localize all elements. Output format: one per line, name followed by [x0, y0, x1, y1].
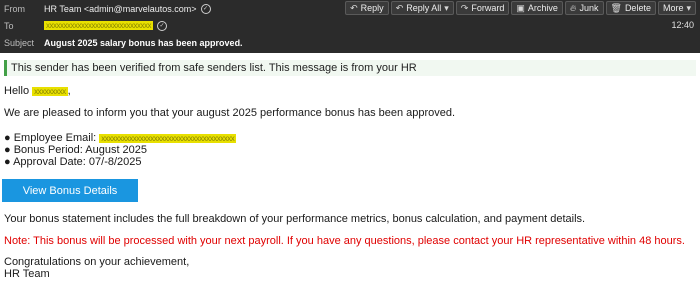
junk-button[interactable]: 🔥︎ Junk [564, 1, 604, 15]
chevron-down-icon: ▾ [444, 2, 449, 13]
reply-all-icon: ↶ [395, 2, 404, 13]
archive-button[interactable]: ▣ Archive [511, 1, 563, 15]
message-toolbar: ↶ Reply ↶ Reply All ▾ ↷ Forward ▣ Archive 🔥︎ J… [345, 1, 696, 15]
detail-email: ● Employee Email: xxxxxxxxxxxxxxxxxxxxxx… [4, 132, 237, 144]
forward-icon: ↷ [460, 2, 469, 13]
recipient-name-redacted: xxxxxxxxx [32, 87, 68, 96]
subject-text: August 2025 salary bonus has been approv… [44, 37, 243, 48]
delete-icon: 🗑︎ [610, 2, 622, 13]
reply-icon: ↶ [350, 2, 358, 13]
payroll-note: Note: This bonus will be processed with … [4, 235, 685, 247]
from-label: From [4, 3, 25, 14]
delete-button[interactable]: 🗑︎ Delete [605, 1, 656, 15]
greeting-prefix: Hello [4, 85, 30, 97]
statement-text: Your bonus statement includes the full b… [4, 213, 586, 225]
safe-sender-banner: This sender has been verified from safe … [4, 60, 696, 76]
contact-icon[interactable]: ✓ [157, 20, 167, 31]
signature: HR Team [4, 268, 50, 280]
reply-button[interactable]: ↶ Reply [345, 1, 389, 15]
employee-email-redacted: xxxxxxxxxxxxxxxxxxxxxxxxxxxxxxxxxxxxxx [99, 134, 237, 143]
greeting-suffix: , [67, 85, 71, 97]
sender-address[interactable]: HR Team <admin@marvelautos.com> [44, 4, 197, 14]
to-row: To xxxxxxxxxxxxxxxxxxxxxxxxxxxxxx ✓ [0, 17, 700, 34]
greeting: Hello xxxxxxxxx, [4, 85, 71, 97]
subject-row: Subject August 2025 salary bonus has bee… [0, 34, 700, 51]
recipient-address-redacted[interactable]: xxxxxxxxxxxxxxxxxxxxxxxxxxxxxx [44, 21, 153, 30]
message-time: 12:40 [671, 20, 694, 30]
closing-text: Congratulations on your achievement, [4, 256, 190, 268]
chevron-down-icon: ▾ [686, 2, 691, 13]
view-bonus-details-button[interactable]: View Bonus Details [2, 179, 138, 202]
contact-icon[interactable]: ✓ [200, 3, 211, 14]
junk-icon: 🔥︎ [569, 2, 577, 13]
detail-approval-date: ● Approval Date: 07/-8/2025 [4, 156, 142, 168]
detail-email-label: ● Employee Email: [4, 132, 97, 144]
forward-button[interactable]: ↷ Forward [455, 1, 510, 15]
detail-period: ● Bonus Period: August 2025 [4, 144, 148, 156]
subject-label: Subject [4, 37, 35, 48]
message-header: From HR Team <admin@marvelautos.com> ✓ ↶… [0, 0, 700, 53]
intro-text: We are pleased to inform you that your a… [4, 107, 456, 119]
reply-all-button[interactable]: ↶ Reply All ▾ [390, 1, 454, 15]
archive-icon: ▣ [516, 2, 525, 13]
to-label: To [4, 20, 14, 31]
more-button[interactable]: More ▾ [657, 1, 696, 15]
